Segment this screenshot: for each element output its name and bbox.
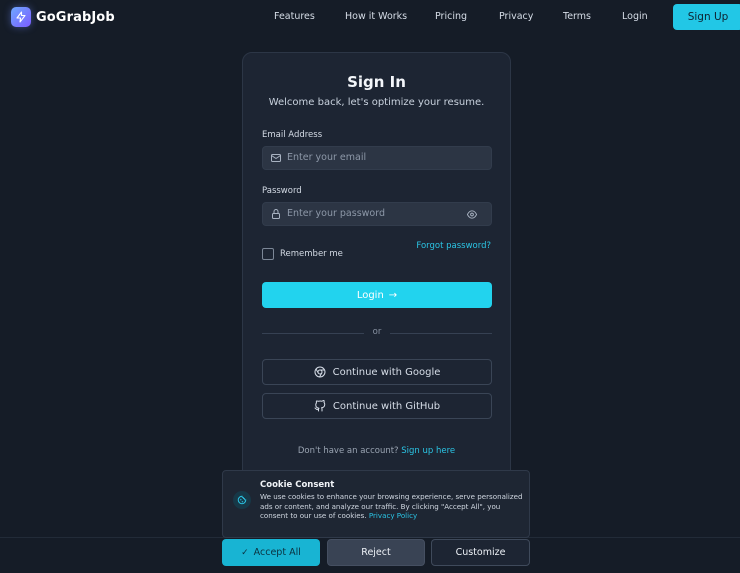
nav-link-login[interactable]: Login (622, 11, 648, 22)
remember-label: Remember me (280, 249, 343, 259)
google-signin-button[interactable]: Continue with Google (262, 359, 492, 385)
privacy-policy-link[interactable]: Privacy Policy (369, 511, 417, 520)
arrow-right-icon: → (388, 289, 398, 301)
signup-here-link[interactable]: Sign up here (401, 446, 455, 456)
email-label: Email Address (262, 130, 323, 140)
signin-title: Sign In (347, 73, 406, 91)
or-label: or (372, 327, 382, 337)
eye-icon[interactable] (466, 209, 478, 220)
cookie-consent-banner: Cookie Consent We use cookies to enhance… (222, 470, 530, 538)
no-account-text: Don't have an account? (297, 446, 399, 456)
signup-prompt: Don't have an account? Sign up here (243, 446, 510, 456)
top-navbar: GoGrabJob Features How it Works Pricing … (0, 0, 740, 34)
chrome-icon (314, 366, 326, 378)
forgot-password-link[interactable]: Forgot password? (416, 241, 491, 251)
check-icon: ✓ (241, 547, 249, 558)
email-field[interactable]: Enter your email (262, 146, 492, 170)
login-button[interactable]: Login → (262, 282, 492, 308)
mail-icon (271, 154, 281, 162)
nav-link-privacy[interactable]: Privacy (499, 11, 533, 22)
cookie-icon (233, 491, 251, 509)
nav-link-features[interactable]: Features (274, 11, 315, 22)
github-signin-label: Continue with GitHub (332, 400, 441, 412)
or-divider: or (262, 327, 492, 339)
remember-me[interactable]: Remember me (262, 248, 343, 260)
lock-icon (272, 209, 280, 219)
password-placeholder: Enter your password (287, 208, 386, 219)
google-signin-label: Continue with Google (332, 366, 441, 378)
nav-link-how-it-works[interactable]: How it Works (345, 11, 407, 22)
lightning-bolt-icon (11, 7, 31, 27)
github-icon (314, 400, 326, 412)
reject-button[interactable]: Reject (327, 539, 425, 566)
signin-subtitle: Welcome back, let's optimize your resume… (268, 97, 485, 108)
signin-card: Sign In Welcome back, let's optimize you… (242, 52, 511, 492)
nav-link-terms[interactable]: Terms (563, 11, 591, 22)
password-label: Password (262, 186, 302, 196)
brand-name: GoGrabJob (36, 9, 115, 25)
remember-checkbox[interactable] (262, 248, 274, 260)
cookie-title: Cookie Consent (260, 480, 335, 490)
nav-link-pricing[interactable]: Pricing (435, 11, 467, 22)
github-signin-button[interactable]: Continue with GitHub (262, 393, 492, 419)
brand-logo[interactable]: GoGrabJob (11, 7, 115, 27)
cookie-text: We use cookies to enhance your browsing … (260, 492, 523, 521)
login-button-label: Login (356, 289, 384, 301)
accept-all-label: Accept All (253, 547, 301, 558)
nav-signup-button[interactable]: Sign Up (673, 4, 740, 30)
customize-button[interactable]: Customize (431, 539, 530, 566)
password-field[interactable]: Enter your password (262, 202, 492, 226)
accept-all-button[interactable]: ✓ Accept All (222, 539, 320, 566)
email-placeholder: Enter your email (287, 152, 367, 163)
